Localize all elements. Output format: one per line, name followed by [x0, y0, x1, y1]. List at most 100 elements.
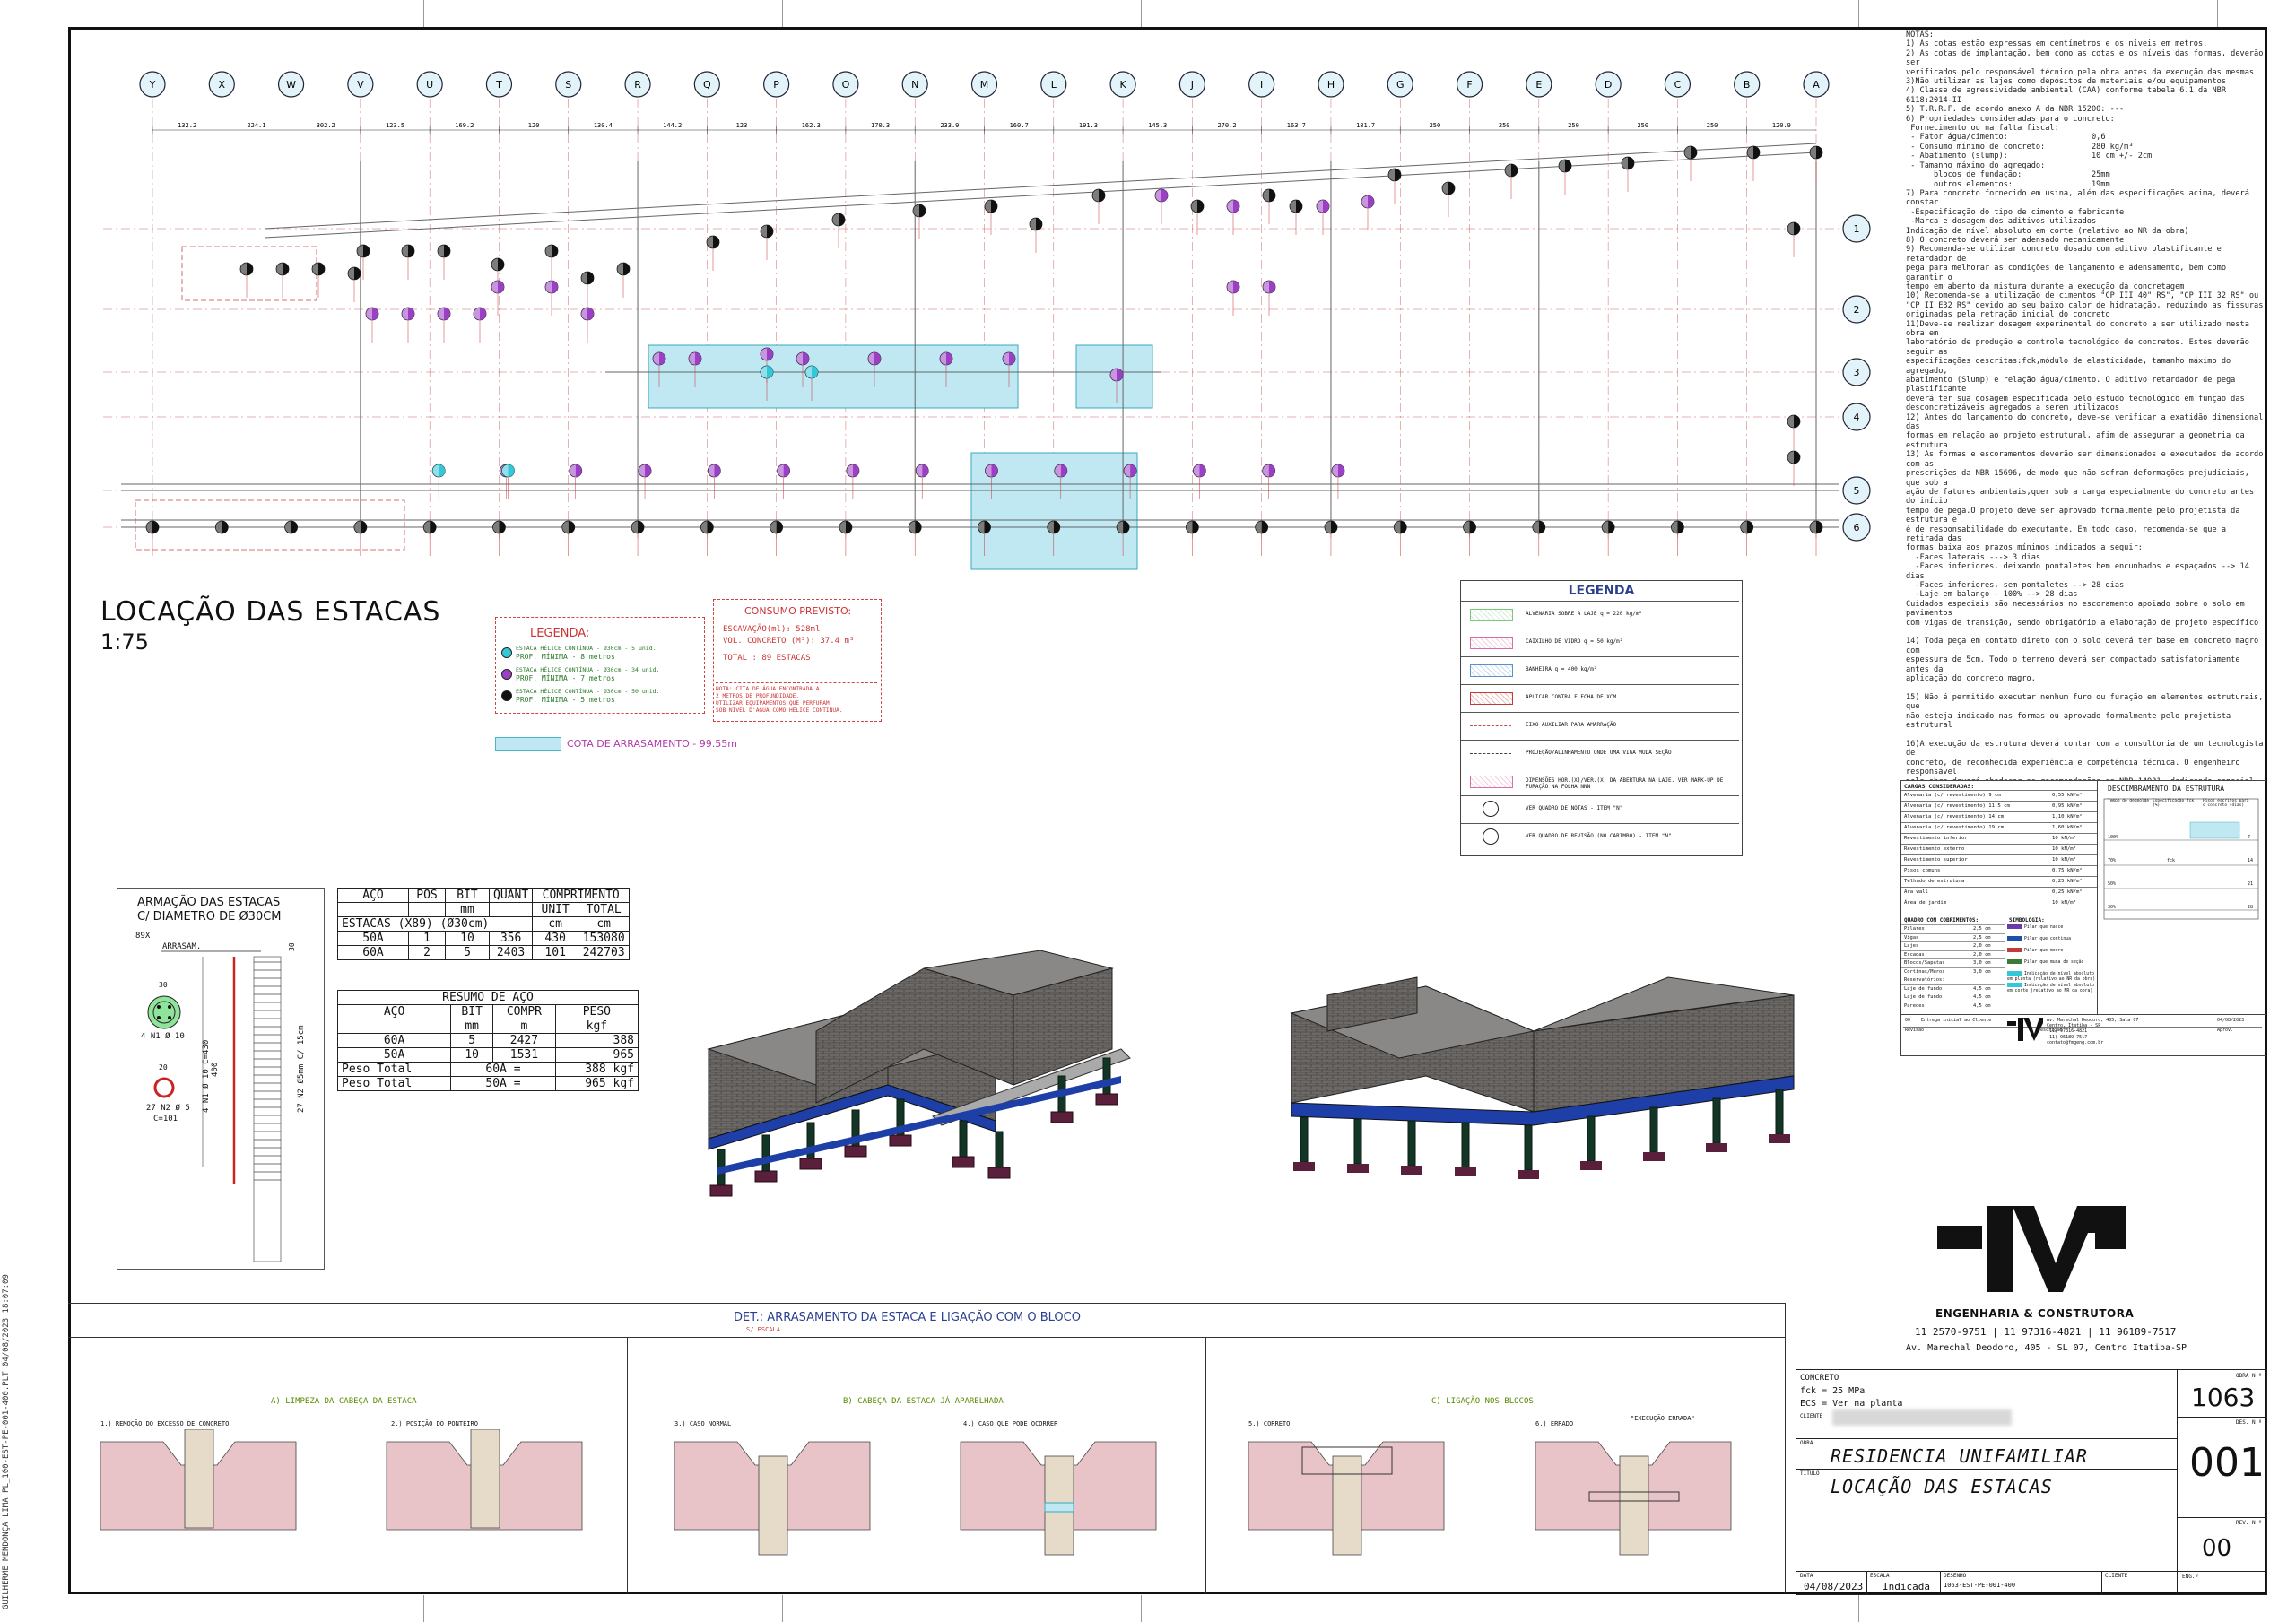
carga-value: 1,60 kN/m²: [2052, 825, 2083, 830]
pile-black: [1463, 520, 1476, 556]
pile-black: [839, 520, 853, 556]
aco-h-aco: AÇO: [337, 888, 409, 903]
beam-line: [264, 143, 1817, 230]
pile-black: [437, 244, 451, 280]
resumo-t1-c2: 965 kgf: [554, 1076, 639, 1091]
des-no-label: DES. N.º: [2236, 1419, 2262, 1426]
pile-black: [1262, 188, 1276, 224]
dim-top-0: 132.2: [178, 122, 196, 129]
det-c-title: C) LIGAÇÃO NOS BLOCOS: [1431, 1397, 1534, 1406]
resumo-r1-c2: 1531: [492, 1047, 556, 1063]
cob-value: 3,0 cm: [1973, 960, 1991, 966]
axis-label-J: J: [1190, 79, 1194, 91]
axis-label-Q: Q: [703, 79, 711, 91]
cota-block: [648, 344, 1019, 409]
simb-icon: [2007, 959, 2022, 964]
pile-purple: [491, 280, 505, 316]
legenda-row: CAIXILHO DE VIDRO q = 50 kg/m²: [1461, 629, 1739, 656]
aco-h-comp: COMPRIMENTO: [532, 888, 631, 903]
cob-value: 2,5 cm: [1973, 926, 1991, 932]
dim-top-23: 120.9: [1772, 122, 1791, 129]
aco-unit-cm-1: cm: [532, 916, 579, 932]
consumo-total: TOTAL : 89 ESTACAS: [723, 654, 811, 663]
company-name: ENGENHARIA & CONSTRUTORA: [1935, 1307, 2135, 1320]
aco-r0-c5: 153080: [578, 931, 631, 946]
aco-r1-c2: 5: [445, 945, 490, 960]
cobrimento-row: Escadas 2,0 cm: [1901, 950, 2005, 959]
consumo-box: CONSUMO PREVISTO: ESCAVAÇÃO(ml): 528ml V…: [713, 599, 882, 722]
company-phones: 11 2570-9751 | 11 97316-4821 | 11 96189-…: [1915, 1326, 2177, 1338]
simbologia-row: Pilar que nasce: [2007, 924, 2097, 931]
pile-black: [831, 213, 846, 248]
axis-label-N: N: [911, 79, 918, 91]
pile-purple: [1316, 199, 1330, 235]
dim-top-11: 233.9: [940, 122, 959, 129]
axis-label-S: S: [565, 79, 571, 91]
aco-group: ESTACAS (X89) (Ø30cm): [336, 916, 534, 932]
carga-value: 10 kN/m²: [2052, 900, 2076, 906]
long-bar-label: 4 N1 Ø 10 C=430: [202, 1039, 211, 1113]
pile-black: [544, 244, 559, 280]
carga-value: 0,55 kN/m²: [2052, 793, 2083, 798]
row-label-6: 6: [1854, 522, 1860, 533]
cob-name: Cortinas/Muros: [1904, 968, 1945, 975]
cobrimento-row: Laje de fundo 4,5 cm: [1901, 993, 2005, 1002]
axis-label-Y: Y: [149, 79, 156, 91]
pile-purple: [1361, 195, 1375, 230]
cob-name: Blocos/Sapatas: [1904, 960, 1945, 966]
cota-label: COTA DE ARRASAMENTO - 99.55m: [567, 738, 737, 750]
company-logo: [1937, 1206, 2126, 1292]
dim-top-17: 181.7: [1356, 122, 1375, 129]
obra-no-label: OBRA N.º: [2236, 1373, 2262, 1379]
rev-no-label: REV. N.º: [2236, 1520, 2262, 1526]
legenda-row: ALVENARIA SOBRE A LAJE q = 220 kg/m²: [1461, 601, 1739, 629]
cargas-title: CARGAS CONSIDERADAS:: [1904, 783, 1975, 790]
axis-label-F: F: [1466, 79, 1472, 91]
banheira-hatch-icon: [1470, 664, 1513, 677]
dim-top-8: 123: [736, 122, 748, 129]
pile-black: [1387, 168, 1402, 204]
pile-legend-text: ESTACA HÉLICE CONTÍNUA - Ø30cm - 5 unid.: [516, 645, 657, 652]
titulo-label: TÍTULO: [1800, 1470, 1820, 1477]
side-stamp: GUILHERME MENDONÇA LIMA PL_100-EST-PE-00…: [2, 1274, 11, 1609]
resumo-r0-c0: 60A: [336, 1033, 452, 1048]
obra-no-value: 1063: [2191, 1383, 2256, 1412]
escala-value: Indicada: [1883, 1581, 1930, 1592]
consumo-nota: NOTA: CITA DE ÁGUA ENCONTRADA A 2 METROS…: [716, 682, 877, 715]
resumo-title: RESUMO DE AÇO: [337, 990, 639, 1005]
legenda-row: PROJEÇÃO/ALINHAMENTO ONDE UMA VIGA MUDA …: [1461, 740, 1739, 768]
pile-black: [1740, 520, 1754, 556]
simbologia-row: Pilar que muda de seção: [2007, 959, 2097, 966]
resumo-u-mm: mm: [450, 1019, 494, 1034]
simb-text: Pilar que continua: [2024, 937, 2071, 941]
carga-name: Alvenaria (c/ revestimento) 14 cm: [1904, 814, 2005, 820]
descimbramento-title: DESCIMBRAMENTO DA ESTRUTURA: [2108, 785, 2225, 793]
desc-header: Especificação fck (%): [2152, 799, 2195, 808]
axis-label-C: C: [1674, 79, 1682, 91]
cob-value: 2,5 cm: [1973, 934, 1991, 941]
cobrimento-row: Paredes 4,5 cm: [1901, 1001, 2005, 1010]
pile-black: [1621, 156, 1635, 192]
cob-name: Lajes: [1904, 943, 1919, 949]
plan-title: LOCAÇÃO DAS ESTACAS: [100, 596, 441, 628]
black-pile-icon: [501, 690, 512, 701]
pile-purple: [401, 307, 415, 343]
pile-black: [984, 199, 998, 235]
pile-black: [1185, 520, 1199, 556]
rev-no-value: 00: [2202, 1535, 2232, 1562]
aco-table: AÇO POS BIT QUANT COMPRIMENTO mm UNIT TO…: [336, 888, 631, 960]
pile-purple: [1192, 464, 1206, 499]
desc-time: 50%: [2108, 881, 2117, 887]
armacao-panel: ARMAÇÃO DAS ESTACAS C/ DIAMETRO DE Ø30CM…: [117, 888, 325, 1270]
resumo-h-aco: AÇO: [336, 1004, 452, 1019]
dim-top-15: 270.2: [1217, 122, 1236, 129]
det-c2: 6.) ERRADO: [1535, 1420, 1574, 1427]
cota-swatch: [495, 737, 561, 751]
estribo-label: 27 N2 Ø5mm C/ 15cm: [297, 1025, 306, 1113]
cob-value: 3,0 cm: [1973, 968, 1991, 975]
dim-top-22: 250: [1707, 122, 1718, 129]
det-drawing-5: [1248, 1441, 1445, 1556]
pile-black: [1441, 181, 1456, 217]
purple-pile-icon: [501, 669, 512, 680]
pile-black: [284, 520, 298, 556]
